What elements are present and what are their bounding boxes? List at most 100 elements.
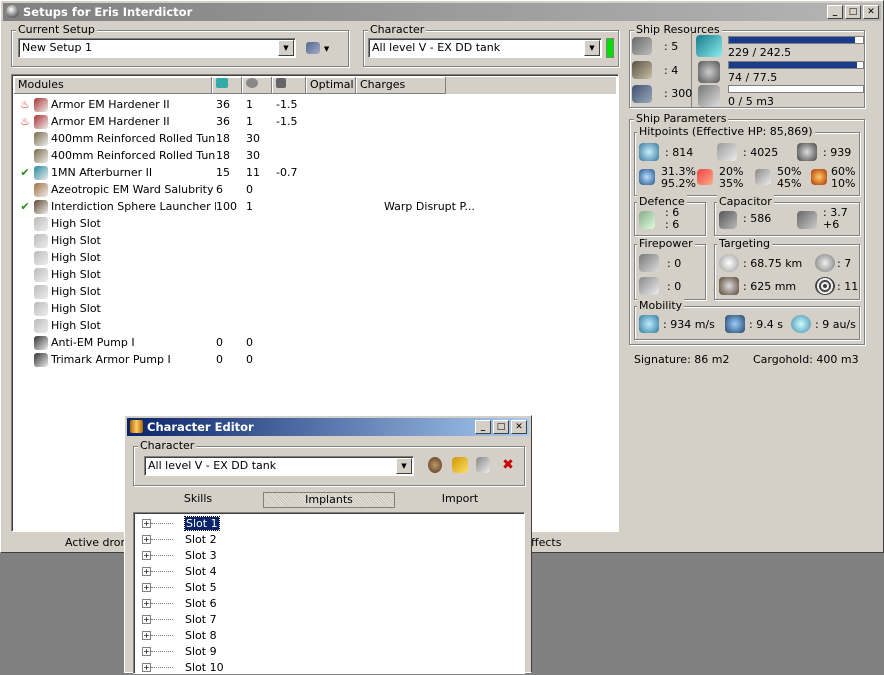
- module-row[interactable]: Anti-EM Pump I 0 0: [16, 334, 504, 351]
- expand-icon[interactable]: +: [142, 598, 151, 608]
- character-editor-title-bar[interactable]: Character Editor _ □ ✕: [127, 418, 529, 436]
- tree-connector: [151, 666, 173, 668]
- col-optimal[interactable]: Optimal: [306, 77, 356, 94]
- module-row[interactable]: ✔ 1MN Afterburner II 15 11 -0.7: [16, 164, 504, 181]
- main-title-bar[interactable]: Setups for Eris Interdictor _ □ ✕: [3, 3, 881, 21]
- col-cpu[interactable]: [212, 77, 242, 94]
- tree-item-slot[interactable]: + Slot 8: [142, 627, 217, 643]
- module-name: Armor EM Hardener II: [51, 98, 170, 111]
- module-row[interactable]: 400mm Reinforced Rolled Tun... 18 30: [16, 130, 504, 147]
- module-powergrid: 0: [246, 183, 253, 196]
- expand-icon[interactable]: +: [142, 566, 151, 576]
- slot-label: Slot 1: [184, 515, 220, 531]
- setup-select[interactable]: New Setup 1 ▼: [18, 38, 296, 58]
- close-button[interactable]: ✕: [863, 5, 879, 19]
- col-modules[interactable]: Modules: [14, 77, 212, 94]
- tree-item-slot[interactable]: + Slot 7: [142, 611, 217, 627]
- new-character-icon[interactable]: [452, 457, 468, 473]
- expand-icon[interactable]: +: [142, 614, 151, 624]
- module-row[interactable]: High Slot: [16, 317, 504, 334]
- expand-icon[interactable]: +: [142, 534, 151, 544]
- maximize-button[interactable]: □: [845, 5, 861, 19]
- expand-icon[interactable]: +: [142, 582, 151, 592]
- chevron-down-icon[interactable]: ▼: [584, 40, 600, 56]
- module-row[interactable]: ♨ Armor EM Hardener II 36 1 -1.5: [16, 96, 504, 113]
- module-powergrid: 1: [246, 98, 253, 111]
- launcher-slots: : 4: [664, 64, 679, 77]
- capacitor-icon: [719, 211, 737, 229]
- tree-item-slot[interactable]: + Slot 3: [142, 547, 217, 563]
- module-powergrid: 1: [246, 200, 253, 213]
- editor-app-icon: [130, 420, 143, 433]
- character-editor-title: Character Editor: [147, 420, 254, 434]
- copy-character-icon[interactable]: [476, 457, 490, 473]
- module-powergrid: 0: [246, 336, 253, 349]
- module-row[interactable]: High Slot: [16, 232, 504, 249]
- module-row[interactable]: High Slot: [16, 266, 504, 283]
- col-powergrid[interactable]: [242, 77, 272, 94]
- editor-character-select[interactable]: All level V - EX DD tank ▼: [144, 456, 414, 476]
- capacitor-amount: : 586: [743, 212, 772, 225]
- module-row[interactable]: High Slot: [16, 300, 504, 317]
- module-icon: [34, 352, 48, 367]
- editor-minimize-button[interactable]: _: [475, 420, 491, 434]
- tree-item-slot[interactable]: + Slot 5: [142, 579, 217, 595]
- module-capacitor: -1.5: [276, 115, 298, 128]
- tree-item-slot[interactable]: + Slot 9: [142, 643, 217, 659]
- module-name: Armor EM Hardener II: [51, 115, 170, 128]
- explosive-resist-2: 10%: [831, 177, 856, 190]
- firepower-b: : 0: [667, 280, 682, 293]
- cpu-icon: [696, 35, 722, 57]
- tree-item-slot[interactable]: + Slot 4: [142, 563, 217, 579]
- module-row[interactable]: High Slot: [16, 283, 504, 300]
- tab-implants[interactable]: Implants: [263, 492, 395, 508]
- tree-item-slot[interactable]: + Slot 6: [142, 595, 217, 611]
- module-icon: [34, 335, 48, 350]
- module-capacitor: -0.7: [276, 166, 298, 179]
- tree-item-slot[interactable]: + Slot 2: [142, 531, 217, 547]
- character-icon[interactable]: [428, 457, 442, 473]
- thermal-resist-2: 35%: [719, 177, 744, 190]
- em-resist-icon: [639, 169, 655, 185]
- chevron-down-icon[interactable]: ▼: [396, 458, 412, 474]
- targeting-label: Targeting: [717, 237, 773, 251]
- module-row[interactable]: ♨ Armor EM Hardener II 36 1 -1.5: [16, 113, 504, 130]
- expand-icon[interactable]: +: [142, 550, 151, 560]
- tab-skills[interactable]: Skills: [133, 492, 263, 508]
- minimize-button[interactable]: _: [827, 5, 843, 19]
- tab-import[interactable]: Import: [395, 492, 525, 508]
- explosive-resist-icon: [811, 169, 827, 185]
- mobility-warp: : 9 au/s: [815, 318, 856, 331]
- editor-maximize-button[interactable]: □: [493, 420, 509, 434]
- delete-character-icon[interactable]: ✖: [500, 457, 516, 473]
- tab-effects[interactable]: ffects: [531, 536, 561, 549]
- slot-label: Slot 4: [185, 564, 217, 578]
- editor-close-button[interactable]: ✕: [511, 420, 527, 434]
- module-name: 400mm Reinforced Rolled Tun...: [51, 149, 216, 162]
- module-row[interactable]: 400mm Reinforced Rolled Tun... 18 30: [16, 147, 504, 164]
- expand-icon[interactable]: +: [142, 646, 151, 656]
- implant-slot-tree[interactable]: + Slot 1 + Slot 2 + Slot 3 + Slot 4 + Slot 5 + Slot…: [133, 512, 525, 674]
- module-row[interactable]: High Slot: [16, 215, 504, 232]
- character-select[interactable]: All level V - EX DD tank ▼: [368, 38, 602, 58]
- kinetic-resist-icon: [755, 169, 771, 185]
- tree-item-slot[interactable]: + Slot 1: [142, 515, 220, 531]
- module-row[interactable]: High Slot: [16, 249, 504, 266]
- cpu-icon: [216, 78, 228, 88]
- module-row[interactable]: ✔ Interdiction Sphere Launcher I 100 1 Warp …: [16, 198, 504, 215]
- module-row[interactable]: Trimark Armor Pump I 0 0: [16, 351, 504, 368]
- module-row[interactable]: Azeotropic EM Ward Salubrity 6 0: [16, 181, 504, 198]
- col-capacitor[interactable]: [272, 77, 306, 94]
- setup-value: New Setup 1: [22, 41, 93, 54]
- setup-menu-button[interactable]: ▼: [306, 40, 338, 58]
- col-charges[interactable]: Charges: [356, 77, 446, 94]
- module-charges: Warp Disrupt P...: [384, 200, 475, 213]
- ship-icon: [306, 41, 320, 54]
- expand-icon[interactable]: +: [142, 630, 151, 640]
- launcher-icon: [632, 61, 652, 79]
- module-name: High Slot: [51, 319, 101, 332]
- chevron-down-icon[interactable]: ▼: [278, 40, 294, 56]
- expand-icon[interactable]: +: [142, 662, 151, 672]
- expand-icon[interactable]: +: [142, 518, 151, 528]
- slot-label: Slot 2: [185, 532, 217, 546]
